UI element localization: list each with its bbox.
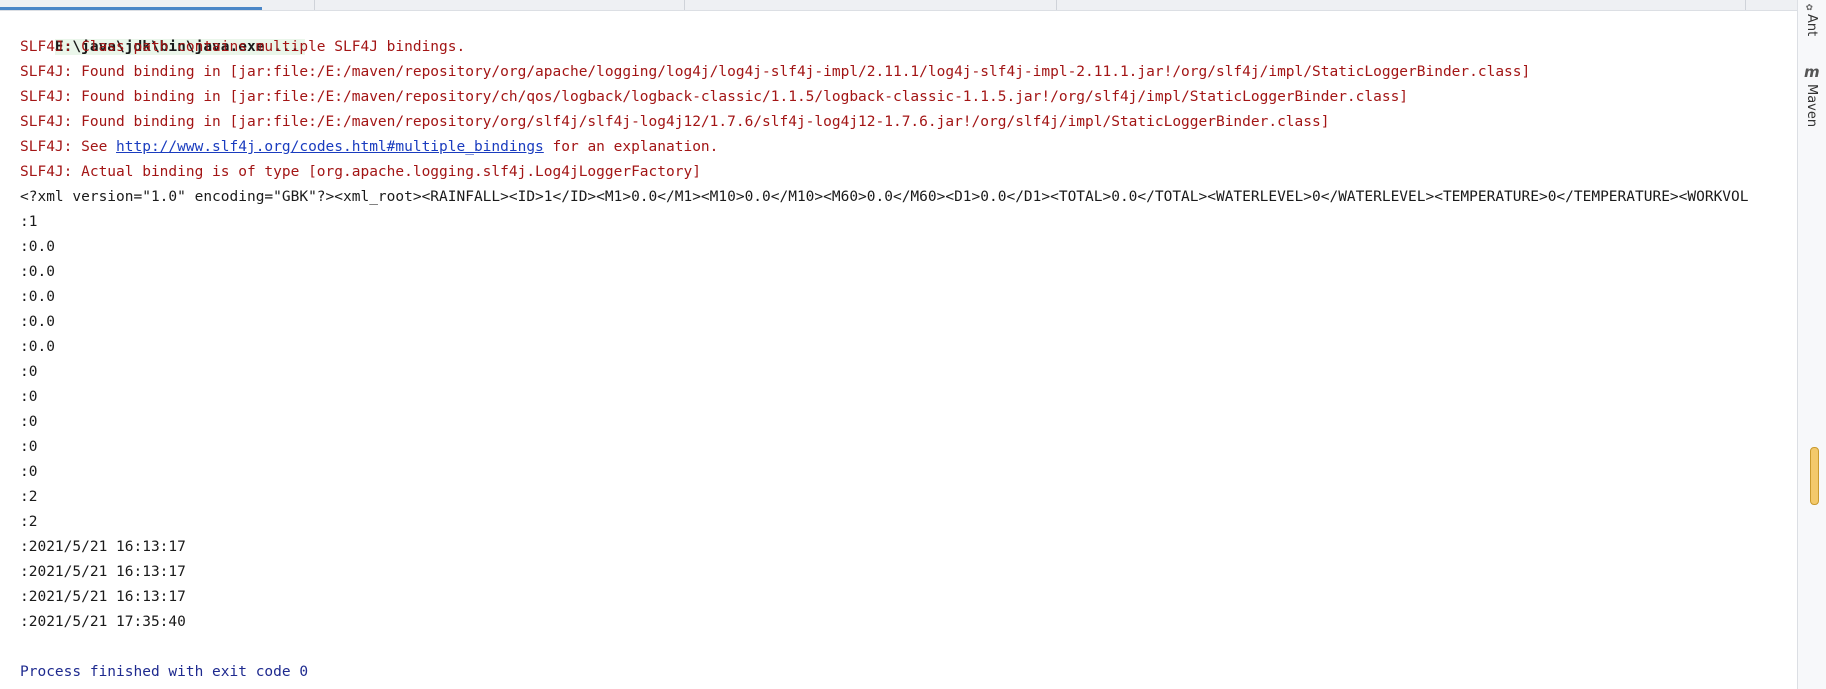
slf4j-see-line: SLF4J: See http://www.slf4j.org/codes.ht… [20, 135, 718, 160]
see-suffix: for an explanation. [543, 139, 719, 155]
value-output-line: :0.0 [20, 264, 55, 280]
slf4j-warning-line: SLF4J: Found binding in [jar:file:/E:/ma… [20, 64, 1531, 80]
value-output-line: :0.0 [20, 314, 55, 330]
exit-message: Process finished with exit code 0 [20, 664, 309, 680]
tab-separator [684, 0, 685, 10]
value-output-line: :2 [20, 489, 38, 505]
value-output-line: :0.0 [20, 289, 55, 305]
value-output-line: :2021/5/21 16:13:17 [20, 564, 186, 580]
value-output-line: :0 [20, 389, 38, 405]
tab-separator [1056, 0, 1057, 10]
right-tool-window-bar: ✿ Ant m Maven [1797, 0, 1826, 689]
value-output-line: :2021/5/21 16:13:17 [20, 539, 186, 555]
tab-separator [314, 0, 315, 10]
value-output-line: :2021/5/21 17:35:40 [20, 614, 186, 630]
ant-tool-button[interactable]: Ant [1804, 14, 1819, 36]
slf4j-actual-binding-line: SLF4J: Actual binding is of type [org.ap… [20, 164, 701, 180]
value-output-line: :2 [20, 514, 38, 530]
value-output-line: :0 [20, 439, 38, 455]
slf4j-warning-line: SLF4J: Class path contains multiple SLF4… [20, 39, 466, 55]
console-output[interactable]: E:\java\jdk\bin\java.exe ... SLF4J: Clas… [0, 10, 1797, 689]
tab-separator [1745, 0, 1746, 10]
see-prefix: SLF4J: See [20, 139, 117, 155]
maven-tool-button[interactable]: Maven [1804, 84, 1819, 127]
value-output-line: :0 [20, 464, 38, 480]
value-output-line: :0.0 [20, 239, 55, 255]
scrollbar-thumb[interactable] [1810, 447, 1819, 505]
value-output-line: :0 [20, 414, 38, 430]
slf4j-codes-link[interactable]: http://www.slf4j.org/codes.html#multiple… [116, 139, 544, 155]
value-output-line: :1 [20, 214, 38, 230]
xml-output-line: <?xml version="1.0" encoding="GBK"?><xml… [20, 189, 1749, 205]
maven-icon: m [1804, 63, 1820, 81]
slf4j-warning-line: SLF4J: Found binding in [jar:file:/E:/ma… [20, 89, 1409, 105]
value-output-line: :0 [20, 364, 38, 380]
console-line: E:\java\jdk\bin\java.exe ... [20, 10, 306, 55]
value-output-line: :0.0 [20, 339, 55, 355]
value-output-line: :2021/5/21 16:13:17 [20, 589, 186, 605]
ant-icon: ✿ [1806, 0, 1813, 13]
slf4j-warning-line: SLF4J: Found binding in [jar:file:/E:/ma… [20, 114, 1330, 130]
